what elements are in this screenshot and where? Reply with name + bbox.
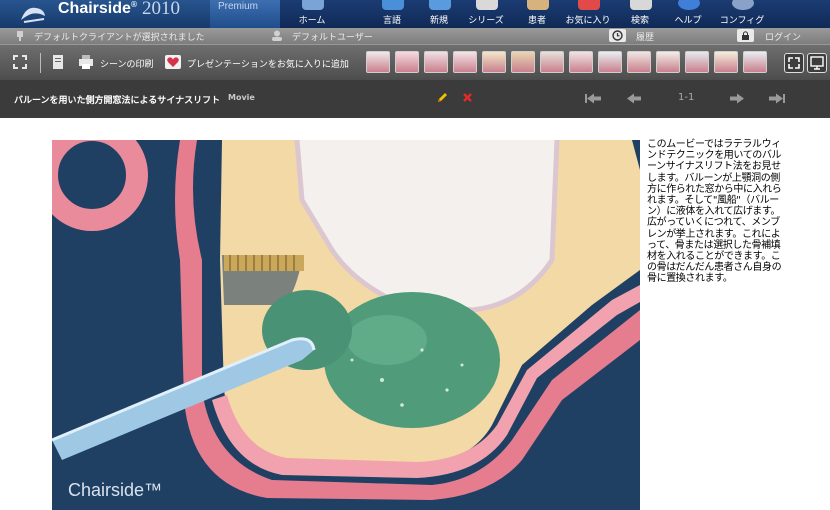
- toolbar-divider: [40, 53, 41, 73]
- scene-toolbar: シーンの印刷 プレゼンテーションをお気に入りに追加: [0, 44, 830, 80]
- brand-name: Chairside: [58, 0, 131, 17]
- brand-registered-mark: ®: [130, 0, 138, 9]
- nav-favorites[interactable]: お気に入り: [565, 0, 611, 28]
- tooth-scene-1[interactable]: [366, 51, 390, 73]
- pin-icon: [17, 31, 23, 41]
- last-page-icon[interactable]: [768, 93, 786, 104]
- help-icon: [678, 0, 700, 10]
- tooth-scene-13[interactable]: [714, 51, 738, 73]
- fullscreen-icon[interactable]: [12, 54, 28, 70]
- client-status: デフォルトクライアントが選択されました: [34, 33, 205, 43]
- search-icon: [630, 0, 652, 10]
- printer-icon[interactable]: [78, 54, 94, 70]
- tooth-scene-9[interactable]: [598, 51, 622, 73]
- print-scene-button[interactable]: シーンの印刷: [100, 57, 154, 70]
- tooth-scene-10[interactable]: [627, 51, 651, 73]
- clock-icon: [612, 30, 623, 41]
- series-icon: [476, 0, 498, 10]
- history-button[interactable]: [609, 29, 626, 42]
- favorites-icon: [578, 0, 600, 10]
- movie-title-bar: バルーンを用いた側方開窓法によるサイナスリフト Movie 1-1: [0, 80, 830, 118]
- nav-language[interactable]: 言語: [370, 0, 414, 28]
- chairside-watermark: Chairside™: [68, 480, 163, 500]
- tooth-scene-5[interactable]: [482, 51, 506, 73]
- tooth-scene-3[interactable]: [424, 51, 448, 73]
- logo-area: Chairside ® 2010: [0, 0, 210, 28]
- login-label[interactable]: ログイン: [765, 30, 801, 43]
- media-type-label: Movie: [228, 93, 255, 102]
- nav-patient[interactable]: 患者: [515, 0, 559, 28]
- login-button[interactable]: [737, 29, 754, 42]
- nav-new[interactable]: 新規: [417, 0, 461, 28]
- nav-label: ヘルプ: [674, 16, 702, 26]
- tooth-scene-7[interactable]: [540, 51, 564, 73]
- brand-year: 2010: [142, 0, 180, 19]
- movie-title: バルーンを用いた側方開窓法によるサイナスリフト: [14, 96, 221, 106]
- nav-label: お気に入り: [565, 16, 611, 26]
- nav-search[interactable]: 検索: [618, 0, 662, 28]
- nav-config[interactable]: コンフィグ: [720, 0, 764, 28]
- document-icon[interactable]: [50, 54, 66, 70]
- new-icon: [429, 0, 451, 10]
- movie-player[interactable]: Chairside™: [52, 140, 640, 510]
- page-indicator: 1-1: [678, 92, 695, 103]
- first-page-icon[interactable]: [584, 93, 602, 104]
- user-icon: [272, 30, 282, 41]
- edit-pencil-icon[interactable]: [436, 92, 448, 104]
- history-label[interactable]: 履歴: [636, 30, 654, 43]
- language-icon: [382, 0, 404, 10]
- content-area: Chairside™ このムービーではラテラルウィンドテクニックを用いてのバルー…: [0, 118, 830, 510]
- chairside-logo-icon: [21, 7, 45, 23]
- patient-icon: [527, 0, 549, 10]
- presentation-icon: [810, 56, 824, 70]
- home-icon: [302, 0, 324, 10]
- nav-label: ホーム: [298, 16, 326, 26]
- nav-label: シリーズ: [468, 16, 504, 26]
- scene-description: このムービーではラテラルウィンドテクニックを用いてのバルーンサイナスリフト法をお…: [647, 139, 782, 285]
- app-header: Chairside ® 2010 Premium ホーム 言語 新規 シリーズ …: [0, 0, 830, 28]
- user-name: デフォルトユーザー: [292, 33, 373, 43]
- lock-icon: [742, 31, 749, 40]
- add-to-favorites-button[interactable]: プレゼンテーションをお気に入りに追加: [187, 57, 349, 70]
- heart-icon[interactable]: [165, 54, 181, 70]
- nav-label: コンフィグ: [719, 16, 765, 26]
- tooth-scene-11[interactable]: [656, 51, 680, 73]
- edition-badge: Premium: [210, 0, 280, 28]
- nav-help[interactable]: ヘルプ: [666, 0, 710, 28]
- config-icon: [732, 0, 754, 10]
- tooth-scene-8[interactable]: [569, 51, 593, 73]
- status-bar: デフォルトクライアントが選択されました デフォルトユーザー 履歴 ログイン: [0, 28, 830, 44]
- expand-button[interactable]: [784, 53, 804, 73]
- tooth-scene-12[interactable]: [685, 51, 709, 73]
- previous-page-icon[interactable]: [626, 93, 642, 104]
- tooth-scene-14[interactable]: [743, 51, 767, 73]
- delete-icon[interactable]: [462, 92, 473, 103]
- tooth-scene-2[interactable]: [395, 51, 419, 73]
- nav-label: 患者: [527, 16, 546, 26]
- expand-icon: [788, 57, 800, 69]
- nav-series[interactable]: シリーズ: [464, 0, 508, 28]
- tooth-scene-6[interactable]: [511, 51, 535, 73]
- sinus-lift-illustration: [52, 140, 640, 510]
- next-page-icon[interactable]: [729, 93, 745, 104]
- nav-home[interactable]: ホーム: [290, 0, 334, 28]
- tooth-scene-4[interactable]: [453, 51, 477, 73]
- present-button[interactable]: [807, 53, 827, 73]
